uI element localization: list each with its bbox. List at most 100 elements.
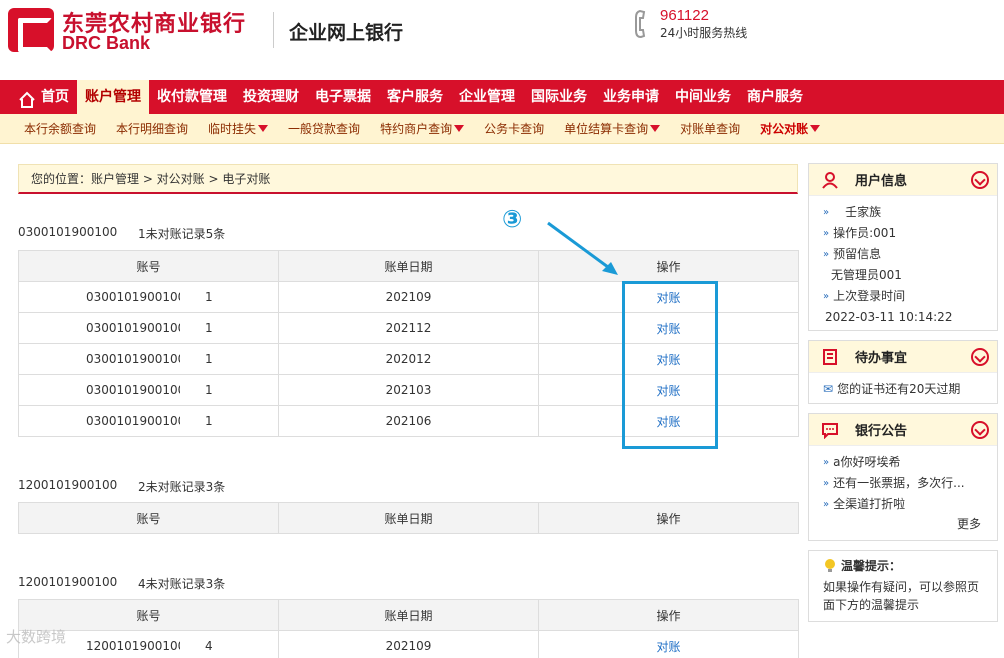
notice-item[interactable]: » 全渠道打折啦 [823, 494, 987, 515]
nav-item-intermediary[interactable]: 中间业务 [667, 80, 739, 114]
tip-title: 温馨提示： [841, 559, 902, 573]
annotation-marker: ③ [502, 205, 523, 233]
reconcile-link[interactable]: 对账 [656, 640, 680, 654]
user-icon [822, 171, 838, 189]
lightbulb-icon [825, 558, 835, 572]
nav-item-e-bills[interactable]: 电子票据 [307, 80, 379, 114]
collapse-icon[interactable] [971, 348, 989, 366]
reconciliation-table: 账号 账单日期 操作 0300101900100 1 202109 对账 0300… [18, 250, 799, 437]
hotline-number: 961122 [660, 7, 709, 24]
subnav-label: 对公对账 [760, 122, 809, 136]
notice-item[interactable]: » a你好呀埃希 [823, 452, 987, 473]
home-icon [18, 88, 36, 108]
table-row: 1200101900100 4 202109 对账 [18, 630, 799, 658]
panel-body: ✉ 您的证书还有20天过期 [809, 373, 997, 406]
panel-title: 待办事宜 [855, 351, 908, 366]
subnav-label: 公务卡查询 [484, 122, 545, 136]
column-header-date: 账单日期 [278, 502, 539, 534]
subnav-label: 一般贷款查询 [288, 122, 361, 136]
reconcile-link[interactable]: 对账 [656, 291, 680, 305]
todo-item[interactable]: ✉ 您的证书还有20天过期 [823, 379, 987, 400]
panel-header: 用户信息 [809, 164, 997, 196]
subnav-label: 特约商户查询 [380, 122, 453, 136]
todo-icon [823, 348, 837, 365]
phone-icon [634, 8, 654, 40]
table-header-row: 账号 账单日期 操作 [18, 599, 799, 631]
column-header-account: 账号 [18, 599, 279, 631]
account-cell: 0300101900100 1 [18, 312, 279, 344]
subnav-label: 对账单查询 [680, 122, 741, 136]
notice-text: 还有一张票据，多次行... [833, 476, 965, 490]
notice-item[interactable]: » 还有一张票据，多次行... [823, 473, 987, 494]
collapse-icon[interactable] [971, 171, 989, 189]
user-info-panel: 用户信息 » 壬家族 » 操作员:001 » 预留信息 无管理员001 » 上次登录时间… [808, 163, 998, 331]
column-header-account: 账号 [18, 502, 279, 534]
notice-text: 全渠道打折啦 [833, 497, 906, 511]
bullet-icon: » [823, 457, 830, 468]
nav-item-enterprise-management[interactable]: 企业管理 [451, 80, 523, 114]
subnav-item-detail-query[interactable]: 本行明细查询 [106, 120, 198, 137]
date-cell: 202112 [278, 312, 539, 344]
subnav-item-corporate-reconciliation[interactable]: 对公对账 [750, 120, 830, 137]
nav-item-home[interactable]: 首页 [14, 80, 77, 114]
column-header-account: 账号 [18, 250, 279, 282]
bullet-icon: » [823, 228, 830, 239]
group-summary: 4未对账记录3条 [138, 577, 226, 591]
account-cell: 0300101900100 1 [18, 405, 279, 437]
account-count: 1 [205, 321, 213, 335]
action-cell: 对账 [538, 374, 799, 406]
subnav-item-loan-query[interactable]: 一般贷款查询 [278, 120, 370, 137]
subnav-item-balance-query[interactable]: 本行余额查询 [14, 120, 106, 137]
group-title: 1200101900100 4未对账记录3条 [18, 575, 225, 592]
nav-item-payments[interactable]: 收付款管理 [149, 80, 235, 114]
action-cell: 对账 [538, 630, 799, 658]
column-header-action: 操作 [538, 599, 799, 631]
reconcile-link[interactable]: 对账 [656, 415, 680, 429]
header: 东莞农村商业银行 DRC Bank 企业网上银行 961122 24小时服务热线 [0, 0, 1004, 80]
last-login-label: 上次登录时间 [833, 289, 906, 303]
account-count: 4 [205, 639, 213, 653]
bullet-icon: » [823, 478, 830, 489]
subnav-item-official-card[interactable]: 公务卡查询 [474, 120, 554, 137]
table-row: 0300101900100 1 202012 对账 [18, 343, 799, 375]
more-link[interactable]: 更多 [823, 515, 987, 532]
nav-item-account-management[interactable]: 账户管理 [77, 80, 149, 114]
nav-item-merchant-service[interactable]: 商户服务 [739, 80, 811, 114]
account-number: 0300101900100 [86, 352, 180, 366]
bank-name-en: DRC Bank [62, 33, 151, 53]
dropdown-arrow-icon [810, 125, 821, 132]
table-row: 0300101900100 1 202112 对账 [18, 312, 799, 344]
account-number: 0300101900100 [86, 290, 180, 304]
collapse-icon[interactable] [971, 421, 989, 439]
tip-text: 如果操作有疑问，可以参照页面下方的温馨提示 [823, 580, 980, 612]
nav-item-business-application[interactable]: 业务申请 [595, 80, 667, 114]
main-nav: 首页 账户管理 收付款管理 投资理财 电子票据 客户服务 企业管理 国际业务 业… [0, 80, 1004, 114]
dropdown-arrow-icon [454, 125, 465, 132]
reconcile-link[interactable]: 对账 [656, 353, 680, 367]
account-number: 1200101900100 [86, 639, 180, 653]
subnav-item-merchant-query[interactable]: 特约商户查询 [370, 120, 474, 137]
account-cell: 1200101900100 4 [18, 630, 279, 658]
todo-item-text: 您的证书还有20天过期 [837, 382, 961, 396]
subnav-item-settlement-card[interactable]: 单位结算卡查询 [554, 120, 670, 137]
table-row: 0300101900100 1 202103 对账 [18, 374, 799, 406]
nav-item-international[interactable]: 国际业务 [523, 80, 595, 114]
column-header-date: 账单日期 [278, 250, 539, 282]
nav-item-customer-service[interactable]: 客户服务 [379, 80, 451, 114]
subnav-item-statement-query[interactable]: 对账单查询 [670, 120, 750, 137]
panel-title: 用户信息 [855, 174, 908, 189]
action-cell: 对账 [538, 281, 799, 313]
group-title: 1200101900100 2未对账记录3条 [18, 478, 225, 495]
reconcile-link[interactable]: 对账 [656, 384, 680, 398]
todo-panel: 待办事宜 ✉ 您的证书还有20天过期 [808, 340, 998, 404]
operator-line: » 操作员:001 [823, 223, 987, 244]
reconcile-link[interactable]: 对账 [656, 322, 680, 336]
subnav-label: 本行余额查询 [24, 122, 97, 136]
nav-item-investment[interactable]: 投资理财 [235, 80, 307, 114]
subnav-item-temp-loss[interactable]: 临时挂失 [198, 120, 278, 137]
panel-title: 银行公告 [855, 424, 908, 439]
sub-nav: 本行余额查询 本行明细查询 临时挂失 一般贷款查询 特约商户查询 公务卡查询 单… [0, 114, 1004, 144]
column-header-action: 操作 [538, 250, 799, 282]
table-row: 0300101900100 1 202109 对账 [18, 281, 799, 313]
envelope-icon: ✉ [823, 382, 834, 396]
